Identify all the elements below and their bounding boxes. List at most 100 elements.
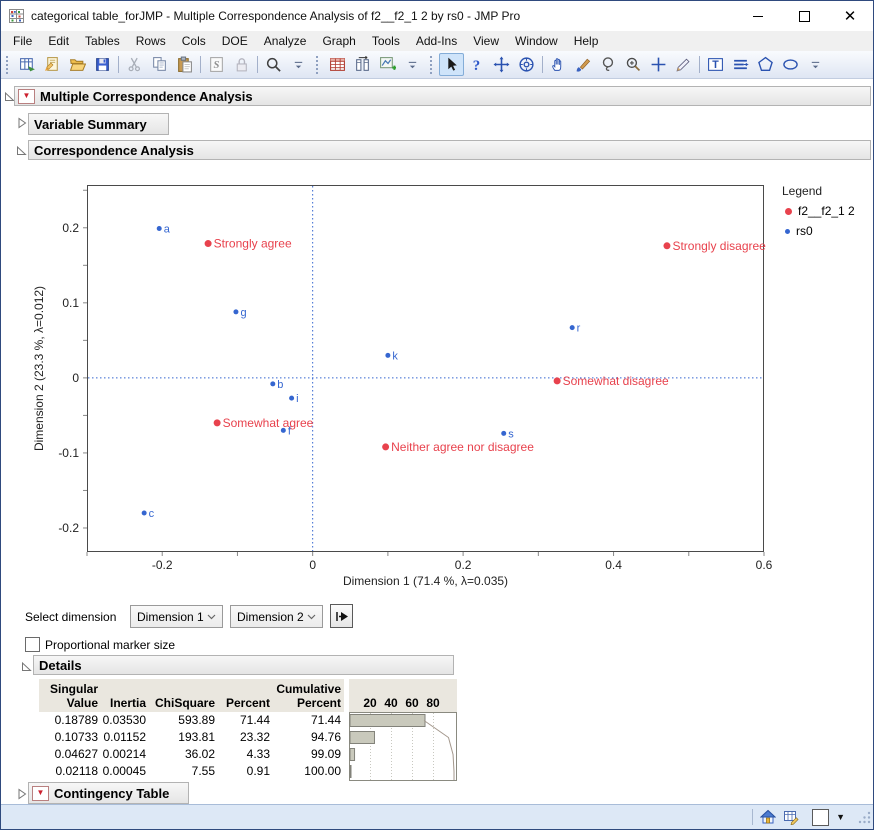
menu-bar: File Edit Tables Rows Cols DOE Analyze Graph Too… bbox=[1, 31, 873, 51]
copy-icon[interactable] bbox=[147, 53, 172, 76]
hand-tool-icon[interactable] bbox=[546, 53, 571, 76]
data-table-icon[interactable] bbox=[325, 53, 350, 76]
search-icon[interactable] bbox=[261, 53, 286, 76]
help-tool-icon[interactable]: ? bbox=[464, 53, 489, 76]
pencil-tool-icon[interactable] bbox=[671, 53, 696, 76]
lasso-tool-icon[interactable] bbox=[596, 53, 621, 76]
details-disclosure-triangle[interactable] bbox=[21, 660, 33, 672]
details-header[interactable]: Details bbox=[33, 655, 454, 675]
svg-text:Dimension 2 (23.3 %, λ=0.012): Dimension 2 (23.3 %, λ=0.012) bbox=[32, 286, 46, 451]
overflow-icon[interactable] bbox=[400, 53, 425, 76]
details-cell-percent: 23.32 bbox=[239, 730, 270, 744]
line-annotate-icon[interactable] bbox=[728, 53, 753, 76]
data-table-window-icon[interactable] bbox=[783, 809, 800, 825]
details-cell-percent: 0.91 bbox=[246, 764, 270, 778]
new-journal-icon[interactable] bbox=[40, 53, 65, 76]
details-cell-singular_value: 0.04627 bbox=[54, 747, 98, 761]
brush-tool-icon[interactable] bbox=[571, 53, 596, 76]
variable-summary-header[interactable]: Variable Summary bbox=[28, 113, 169, 135]
text-annotate-icon[interactable]: T bbox=[703, 53, 728, 76]
menu-window[interactable]: Window bbox=[507, 32, 566, 50]
script-icon[interactable]: S bbox=[204, 53, 229, 76]
dimension-y-dropdown[interactable]: Dimension 2 bbox=[230, 605, 323, 628]
menu-addins[interactable]: Add-Ins bbox=[408, 32, 465, 50]
window-color-swatch[interactable] bbox=[812, 808, 830, 826]
mca-outline-header[interactable]: ▼ Multiple Correspondence Analysis bbox=[14, 86, 871, 106]
scree-axis-tick-label: 80 bbox=[426, 696, 440, 710]
home-icon[interactable] bbox=[760, 809, 777, 825]
data-point[interactable]: Strongly disagree bbox=[663, 239, 766, 253]
bullseye-tool-icon[interactable] bbox=[514, 53, 539, 76]
overflow-icon[interactable] bbox=[286, 53, 311, 76]
mca-title: Multiple Correspondence Analysis bbox=[40, 88, 253, 104]
menu-edit[interactable]: Edit bbox=[40, 32, 77, 50]
contingency-table-header[interactable]: ▼ Contingency Table bbox=[28, 782, 189, 804]
details-column-header: Percent bbox=[218, 679, 273, 712]
toolbar-grip[interactable] bbox=[6, 55, 12, 74]
toolbar-separator bbox=[257, 56, 258, 73]
toolbar-separator bbox=[200, 56, 201, 73]
svg-text:0.6: 0.6 bbox=[756, 558, 773, 572]
cut-icon[interactable] bbox=[122, 53, 147, 76]
column-info-icon[interactable] bbox=[350, 53, 375, 76]
graph-builder-icon[interactable] bbox=[375, 53, 400, 76]
magnifier-tool-icon[interactable] bbox=[621, 53, 646, 76]
details-cell-cumulative_percent: 99.09 bbox=[310, 747, 341, 761]
svg-text:0: 0 bbox=[72, 371, 79, 385]
overflow-icon[interactable] bbox=[803, 53, 828, 76]
menu-help[interactable]: Help bbox=[566, 32, 607, 50]
paste-icon[interactable] bbox=[172, 53, 197, 76]
polygon-annotate-icon[interactable] bbox=[753, 53, 778, 76]
toolbar-grip[interactable] bbox=[316, 55, 322, 74]
arrow-tool-icon[interactable] bbox=[439, 53, 464, 76]
menu-file[interactable]: File bbox=[5, 32, 40, 50]
svg-text:T: T bbox=[712, 59, 719, 71]
new-data-table-icon[interactable] bbox=[15, 53, 40, 76]
svg-text:Somewhat agree: Somewhat agree bbox=[223, 416, 314, 430]
lock-icon[interactable] bbox=[229, 53, 254, 76]
menu-analyze[interactable]: Analyze bbox=[256, 32, 315, 50]
save-icon[interactable] bbox=[90, 53, 115, 76]
resize-grip[interactable] bbox=[857, 810, 871, 827]
legend-marker-icon bbox=[785, 207, 792, 215]
dimension-x-dropdown[interactable]: Dimension 1 bbox=[130, 605, 223, 628]
data-point[interactable]: Neither agree nor disagree bbox=[382, 440, 534, 454]
details-title: Details bbox=[39, 657, 82, 673]
close-button[interactable]: ✕ bbox=[827, 1, 873, 31]
svg-text:S: S bbox=[214, 60, 220, 71]
menu-tables[interactable]: Tables bbox=[77, 32, 128, 50]
next-dimension-arrow-button[interactable] bbox=[330, 604, 353, 628]
mca-red-triangle-button[interactable]: ▼ bbox=[18, 88, 35, 104]
menu-tools[interactable]: Tools bbox=[364, 32, 408, 50]
menu-graph[interactable]: Graph bbox=[314, 32, 363, 50]
oval-annotate-icon[interactable] bbox=[778, 53, 803, 76]
toolbar-grip[interactable] bbox=[430, 55, 436, 74]
data-point[interactable]: Somewhat disagree bbox=[553, 374, 669, 388]
move-tool-icon[interactable] bbox=[489, 53, 514, 76]
menu-rows[interactable]: Rows bbox=[128, 32, 174, 50]
data-point[interactable]: Strongly agree bbox=[204, 237, 292, 251]
contingency-disclosure-triangle[interactable] bbox=[16, 788, 28, 800]
proportional-marker-checkbox[interactable] bbox=[25, 637, 40, 652]
details-cell-cumulative_percent: 94.76 bbox=[310, 730, 341, 744]
correspondence-analysis-header[interactable]: Correspondence Analysis bbox=[28, 140, 871, 160]
legend-entry-0[interactable]: f2__f2_1 2 bbox=[782, 204, 873, 218]
dropdown-arrow-icon[interactable]: ▼ bbox=[836, 812, 845, 822]
statusbar-separator bbox=[752, 809, 754, 825]
correspondence-analysis-disclosure-triangle[interactable] bbox=[16, 144, 28, 156]
details-cell-chi_square: 7.55 bbox=[191, 764, 215, 778]
data-point[interactable]: Somewhat agree bbox=[213, 416, 314, 430]
minimize-button[interactable] bbox=[735, 1, 781, 31]
variable-summary-disclosure-triangle[interactable] bbox=[16, 117, 28, 129]
contingency-red-triangle-button[interactable]: ▼ bbox=[32, 785, 49, 801]
y-axis: -0.2 -0.1 0 0.1 0.2 Dimension 2 (23.3 %, λ=0.… bbox=[32, 189, 87, 535]
crosshair-tool-icon[interactable] bbox=[646, 53, 671, 76]
open-icon[interactable] bbox=[65, 53, 90, 76]
details-cell-cumulative_percent: 100.00 bbox=[304, 764, 341, 778]
legend-entry-1[interactable]: rs0 bbox=[782, 224, 873, 238]
menu-cols[interactable]: Cols bbox=[174, 32, 214, 50]
maximize-button[interactable] bbox=[781, 1, 827, 31]
menu-view[interactable]: View bbox=[465, 32, 507, 50]
menu-doe[interactable]: DOE bbox=[214, 32, 256, 50]
mca-biplot[interactable]: -0.2 0 0.2 0.4 0.6 Dimension 1 (71.4 %, λ=0.0… bbox=[32, 185, 773, 588]
